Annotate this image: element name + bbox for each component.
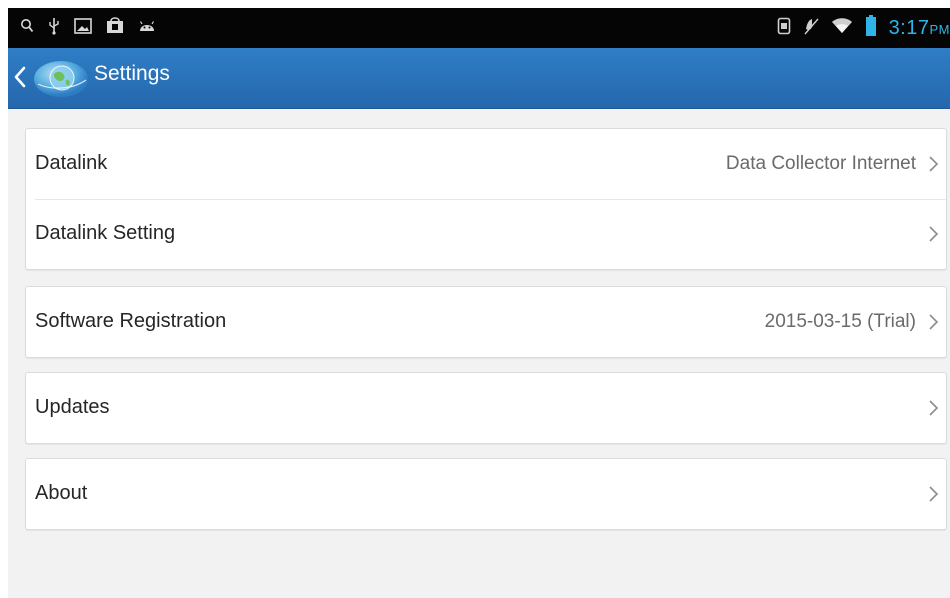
settings-item-datalink[interactable]: Datalink Data Collector Internet	[26, 129, 946, 199]
settings-group-datalink: Datalink Data Collector Internet Datalin…	[25, 128, 947, 270]
chevron-right-icon	[928, 313, 940, 331]
wifi-icon	[831, 17, 853, 40]
settings-item-label: Updates	[35, 396, 110, 418]
search-icon	[20, 18, 34, 39]
settings-group-registration: Software Registration 2015-03-15 (Trial)	[25, 286, 947, 358]
chevron-right-icon	[928, 399, 940, 417]
clock-ampm: PM	[929, 21, 950, 37]
page-title: Settings	[94, 62, 170, 85]
chevron-right-icon	[928, 225, 940, 243]
status-bar: 3:17PM	[8, 8, 950, 48]
settings-item-software-registration[interactable]: Software Registration 2015-03-15 (Trial)	[26, 287, 946, 357]
settings-item-value: Data Collector Internet	[725, 153, 916, 174]
mute-icon	[803, 17, 819, 40]
globe-logo-icon	[32, 60, 90, 103]
chevron-right-icon	[928, 485, 940, 503]
status-bar-right: 3:17PM	[777, 8, 950, 48]
settings-item-label: About	[35, 482, 88, 504]
battery-icon	[865, 14, 877, 42]
settings-item-updates[interactable]: Updates	[26, 373, 946, 443]
status-bar-left	[20, 8, 156, 48]
usb-icon	[48, 17, 60, 40]
clock: 3:17PM	[888, 16, 950, 39]
settings-item-datalink-setting[interactable]: Datalink Setting	[26, 199, 946, 269]
app-bar: Settings	[8, 48, 950, 109]
image-icon	[74, 17, 92, 39]
settings-group-about: About	[25, 458, 947, 530]
settings-item-value: 2015-03-15 (Trial)	[764, 311, 916, 332]
android-icon	[138, 19, 156, 38]
back-button[interactable]	[14, 60, 98, 97]
chevron-left-icon	[14, 66, 26, 93]
settings-item-label: Software Registration	[35, 310, 227, 332]
store-icon	[106, 17, 124, 39]
settings-item-label: Datalink	[35, 152, 108, 174]
sim-icon	[777, 17, 791, 40]
chevron-right-icon	[928, 155, 940, 173]
settings-item-label: Datalink Setting	[35, 222, 176, 244]
settings-group-updates: Updates	[25, 372, 947, 444]
settings-item-about[interactable]: About	[26, 459, 946, 529]
device-screen: 3:17PM Settings Datalink Data Collector …	[8, 8, 950, 598]
